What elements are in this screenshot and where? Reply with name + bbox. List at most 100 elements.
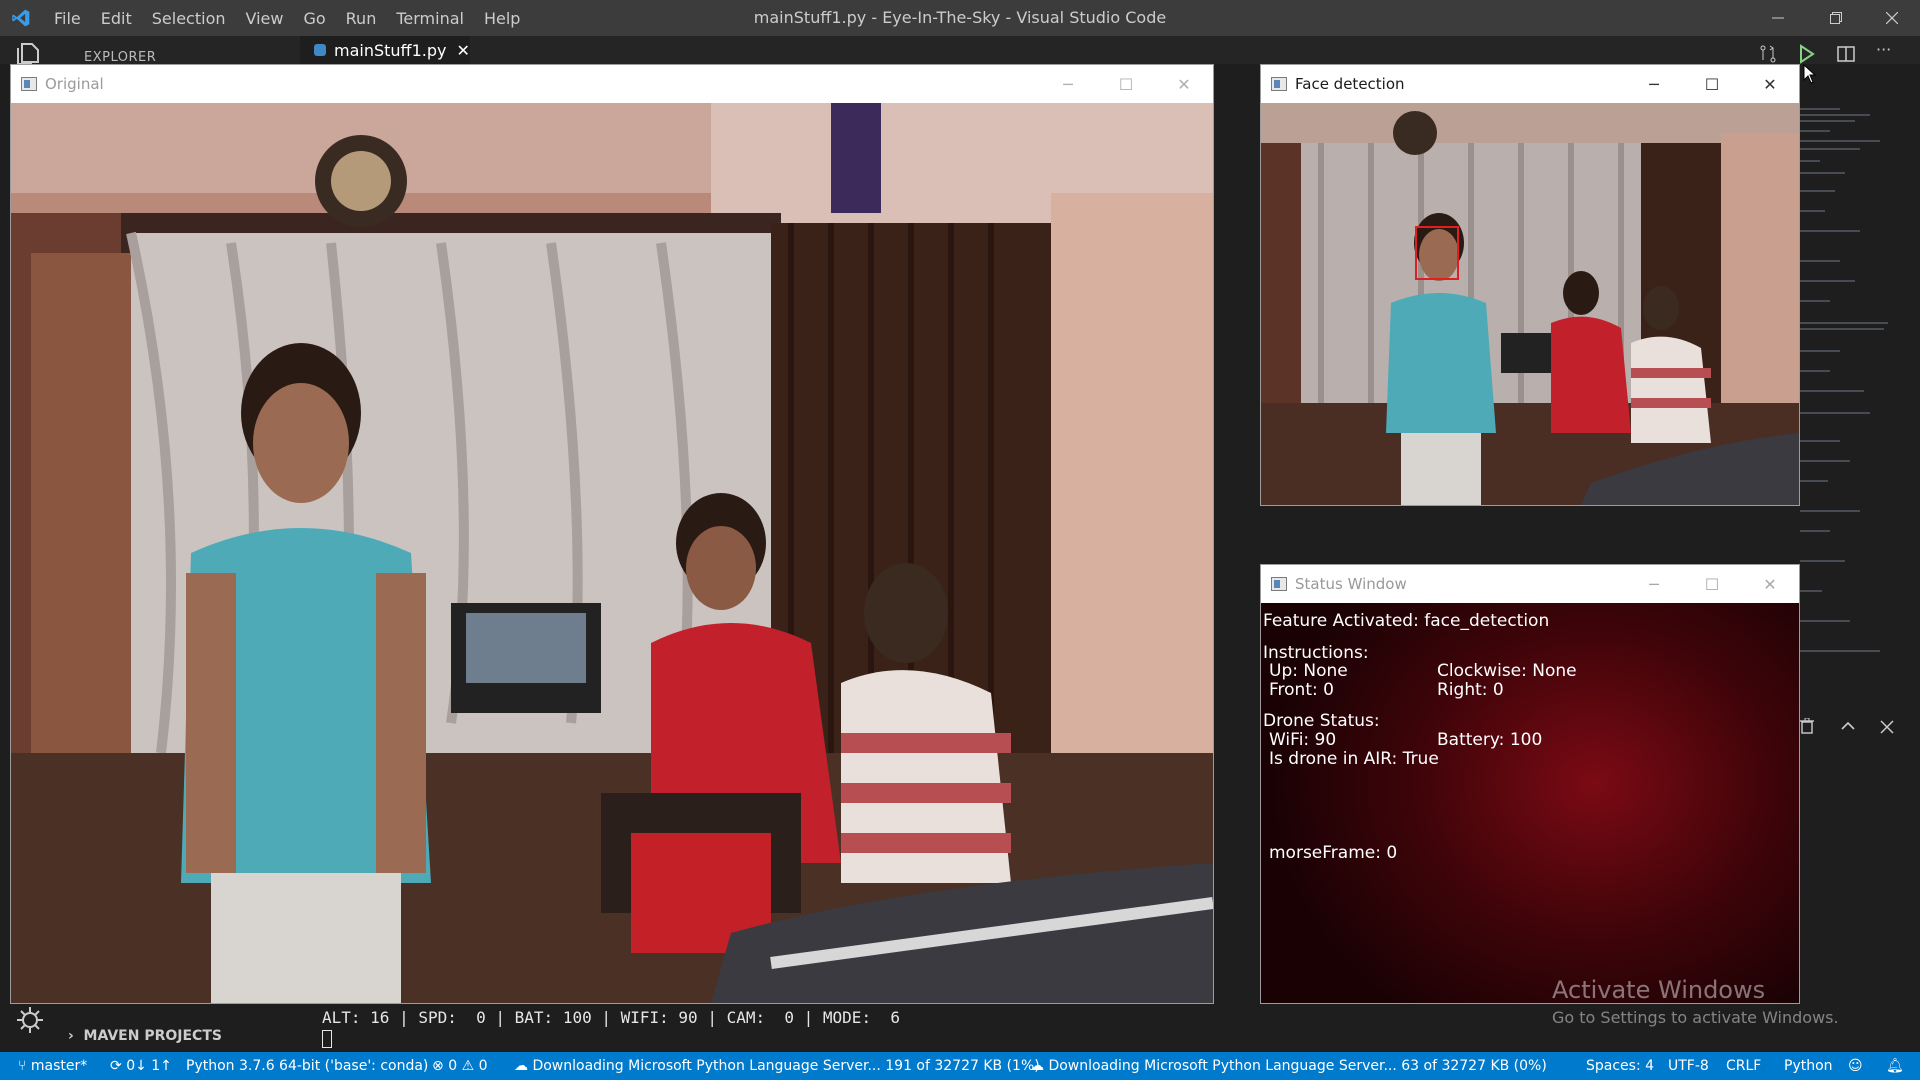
notifications-bell-icon[interactable]: 🔔︎: [1886, 1058, 1904, 1074]
explorer-files-icon[interactable]: [14, 40, 44, 64]
download-progress-2-label: Downloading Microsoft Python Language Se…: [1048, 1058, 1547, 1074]
face-detection-window[interactable]: Face detection ─ ☐ ✕: [1260, 64, 1800, 506]
git-branch-label: master*: [30, 1058, 88, 1074]
minimize-button[interactable]: [1750, 0, 1806, 36]
menu-view[interactable]: View: [236, 9, 294, 28]
terminal-telemetry-line: ALT: 16 | SPD: 0 | BAT: 100 | WIFI: 90 |…: [322, 1008, 900, 1027]
morse-frame: morseFrame: 0: [1269, 843, 1398, 863]
feedback-icon[interactable]: ☺: [1848, 1058, 1863, 1074]
original-window[interactable]: Original ─ ☐ ✕: [10, 64, 1214, 1004]
maven-projects-label: MAVEN PROJECTS: [83, 1028, 222, 1044]
status-maximize-button[interactable]: ☐: [1683, 565, 1741, 603]
menu-help[interactable]: Help: [474, 9, 530, 28]
original-close-button[interactable]: ✕: [1155, 65, 1213, 103]
close-window-button[interactable]: [1864, 0, 1920, 36]
restore-button[interactable]: [1808, 0, 1864, 36]
drone-battery: Battery: 100: [1437, 730, 1543, 750]
opencv-window-icon: [21, 77, 37, 91]
terminal-cursor: [322, 1030, 332, 1048]
status-window-titlebar[interactable]: Status Window ─ ☐ ✕: [1261, 565, 1799, 603]
instruction-right: Right: 0: [1437, 680, 1504, 700]
close-icon: ✕: [1763, 574, 1777, 594]
git-branch-icon: ⑂: [18, 1058, 27, 1074]
download-progress-1[interactable]: ☁ Downloading Microsoft Python Language …: [514, 1058, 1040, 1074]
editor-minimap[interactable]: [1800, 100, 1908, 660]
minimize-icon: [1772, 17, 1784, 19]
sync-icon: ⟳: [110, 1058, 122, 1074]
menu-file[interactable]: File: [44, 9, 91, 28]
opencv-window-icon: [1271, 577, 1287, 591]
tab-close-icon[interactable]: ✕: [456, 41, 469, 60]
mouse-cursor-icon: [1803, 64, 1817, 84]
menu-run[interactable]: Run: [336, 9, 387, 28]
vscode-logo-icon: [12, 9, 30, 27]
explorer-label: EXPLORER: [84, 50, 157, 65]
tab-label: mainStuff1.py: [334, 40, 447, 60]
maven-projects-section[interactable]: › MAVEN PROJECTS: [68, 1028, 222, 1044]
original-window-titlebar[interactable]: Original ─ ☐ ✕: [11, 65, 1213, 103]
menu-edit[interactable]: Edit: [91, 9, 142, 28]
status-minimize-button[interactable]: ─: [1625, 565, 1683, 603]
settings-gear-icon[interactable]: [14, 1004, 46, 1036]
face-detection-image: [1261, 103, 1799, 505]
status-window[interactable]: Status Window ─ ☐ ✕ Feature Activated: f…: [1260, 564, 1800, 1004]
language-mode-item[interactable]: Python: [1784, 1058, 1833, 1074]
instruction-clockwise: Clockwise: None: [1437, 661, 1577, 681]
drone-status-header: Drone Status:: [1263, 711, 1380, 731]
maximize-panel-icon[interactable]: [1840, 718, 1856, 739]
face-detection-titlebar[interactable]: Face detection ─ ☐ ✕: [1261, 65, 1799, 103]
menu-go[interactable]: Go: [293, 9, 335, 28]
git-branch-item[interactable]: ⑂ master*: [18, 1058, 87, 1074]
indentation-item[interactable]: Spaces: 4: [1586, 1058, 1654, 1074]
drone-wifi: WiFi: 90: [1269, 730, 1337, 750]
download-progress-2[interactable]: ☁ Downloading Microsoft Python Language …: [1030, 1058, 1547, 1074]
restore-icon: [1830, 12, 1842, 24]
feature-activated-text: Feature Activated: face_detection: [1263, 611, 1550, 631]
opencv-window-icon: [1271, 77, 1287, 91]
git-sync-label: 0↓ 1↑: [126, 1058, 172, 1074]
maximize-icon: ☐: [1704, 574, 1720, 594]
original-window-title: Original: [45, 75, 104, 93]
menu-selection[interactable]: Selection: [142, 9, 236, 28]
menu-bar: File Edit Selection View Go Run Terminal…: [44, 0, 530, 36]
close-icon: ✕: [1177, 74, 1191, 94]
minimize-icon: ─: [1649, 574, 1659, 594]
warning-count: 0: [478, 1058, 488, 1074]
activate-windows-subtitle: Go to Settings to activate Windows.: [1552, 1008, 1839, 1027]
desktop-screen: { "vscode": { "menu": ["File", "Edit", "…: [0, 0, 1920, 1080]
status-window-title: Status Window: [1295, 575, 1407, 593]
close-icon: ✕: [1763, 74, 1777, 94]
face-detection-maximize-button[interactable]: ☐: [1683, 65, 1741, 103]
minimize-icon: ─: [1063, 74, 1073, 94]
git-sync-item[interactable]: ⟳ 0↓ 1↑: [110, 1058, 172, 1074]
more-actions-icon[interactable]: ···: [1876, 40, 1891, 64]
eol-item[interactable]: CRLF: [1726, 1058, 1761, 1074]
download-progress-1-label: Downloading Microsoft Python Language Se…: [532, 1058, 1040, 1074]
face-detection-title: Face detection: [1295, 75, 1405, 93]
status-close-button[interactable]: ✕: [1741, 565, 1799, 603]
maximize-icon: ☐: [1704, 74, 1720, 94]
menu-terminal[interactable]: Terminal: [386, 9, 474, 28]
camera-feed-image: [11, 103, 1213, 1003]
original-maximize-button[interactable]: ☐: [1097, 65, 1155, 103]
chevron-right-icon: ›: [68, 1028, 74, 1044]
face-detection-minimize-button[interactable]: ─: [1625, 65, 1683, 103]
drone-in-air: Is drone in AIR: True: [1269, 749, 1439, 769]
python-interpreter-item[interactable]: Python 3.7.6 64-bit ('base': conda): [186, 1058, 428, 1074]
tab-mainstuff1[interactable]: mainStuff1.py ✕: [300, 36, 470, 64]
encoding-item[interactable]: UTF-8: [1668, 1058, 1709, 1074]
status-panel: Feature Activated: face_detection Instru…: [1261, 603, 1799, 1003]
original-minimize-button[interactable]: ─: [1039, 65, 1097, 103]
problems-item[interactable]: ⊗ 0 ⚠ 0: [432, 1058, 488, 1074]
split-editor-icon[interactable]: [1836, 44, 1856, 68]
editor-tab-row: EXPLORER mainStuff1.py ✕: [0, 36, 1920, 65]
original-camera-frame: [11, 103, 1213, 1003]
kill-terminal-icon[interactable]: [1800, 717, 1814, 739]
face-detection-close-button[interactable]: ✕: [1741, 65, 1799, 103]
cloud-download-icon: ☁: [1030, 1058, 1044, 1074]
activate-windows-title: Activate Windows: [1552, 976, 1766, 1004]
close-panel-icon[interactable]: [1880, 718, 1894, 739]
error-count: 0: [448, 1058, 458, 1074]
face-detection-frame: [1261, 103, 1799, 505]
instruction-front: Front: 0: [1269, 680, 1334, 700]
